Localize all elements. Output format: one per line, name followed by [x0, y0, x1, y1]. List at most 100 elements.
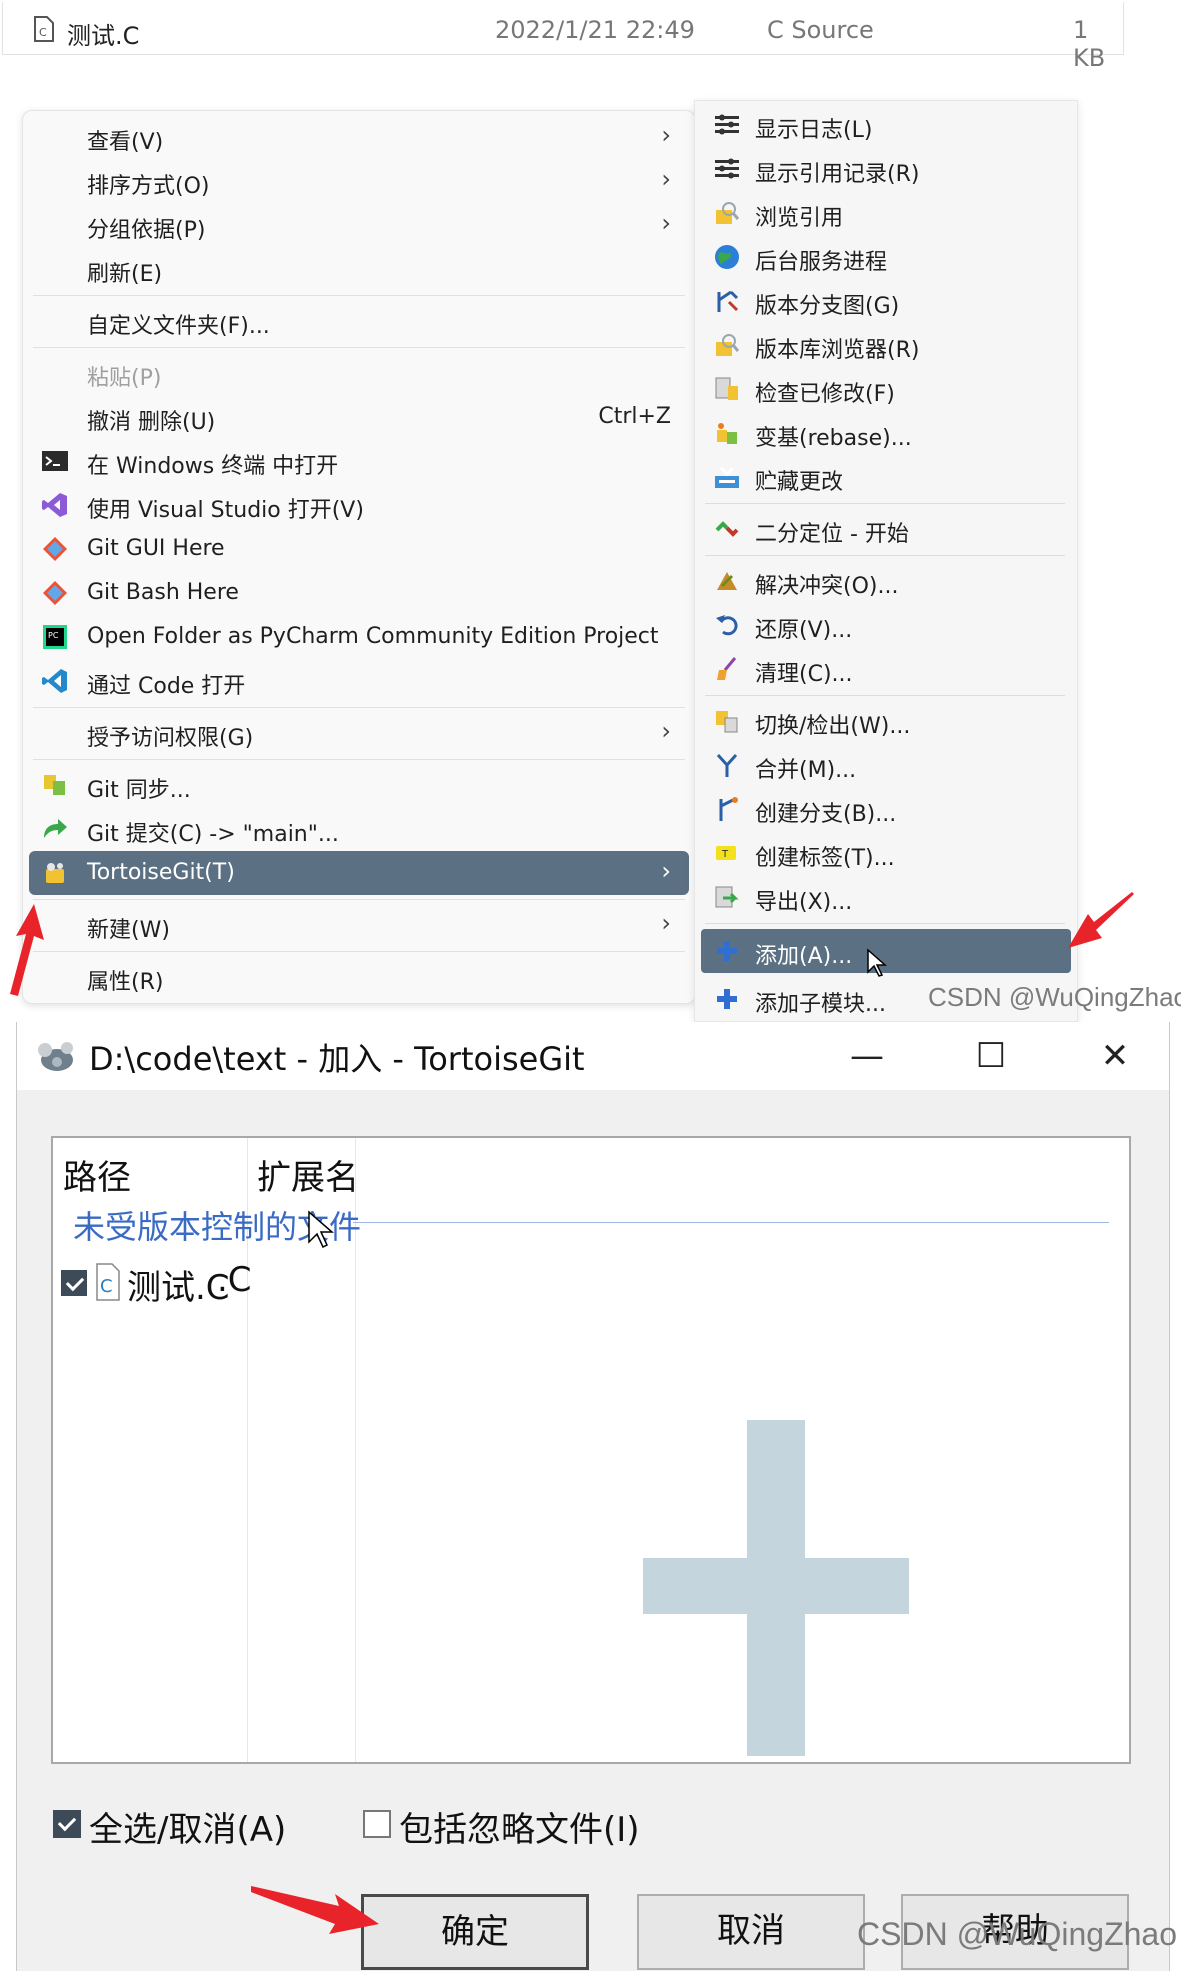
chevron-right-icon: › [661, 909, 671, 937]
shortcut-label: Ctrl+Z [598, 404, 671, 429]
menu-separator [33, 899, 685, 900]
branch-icon [719, 797, 738, 821]
c-file-icon: C [96, 1263, 120, 1301]
globe-icon [715, 245, 739, 269]
file-list[interactable]: 路径 扩展名 未受版本控制的文件 C 测试.C .C [51, 1136, 1131, 1764]
tortoisegit-submenu: 显示日志(L) 显示引用记录(R) 浏览引用 后台服务进程 版本分支图(G) 版… [694, 100, 1078, 1022]
file-type: C Source [767, 16, 874, 44]
chevron-right-icon: › [661, 165, 671, 193]
submenu-item-browse-refs[interactable]: 浏览引用 [701, 191, 1071, 235]
menu-item-view[interactable]: 查看(V) › [29, 115, 689, 159]
watermark-bottom: CSDN @WuQingZhao [857, 1916, 1177, 1952]
stash-icon [715, 466, 739, 488]
submenu-separator [705, 503, 1065, 504]
select-all-checkbox[interactable] [53, 1810, 81, 1838]
menu-item-open-terminal[interactable]: 在 Windows 终端 中打开 [29, 439, 689, 483]
submenu-item-daemon[interactable]: 后台服务进程 [701, 235, 1071, 279]
repo-browser-icon [716, 334, 740, 356]
dialog-titlebar[interactable]: D:\code\text - 加入 - TortoiseGit — ☐ ✕ [17, 1022, 1169, 1090]
red-arrow-icon [10, 904, 44, 996]
submenu-item-merge[interactable]: 合并(M)... [701, 743, 1071, 787]
svg-text:C: C [39, 26, 47, 39]
chevron-right-icon: › [661, 121, 671, 149]
submenu-item-create-tag[interactable]: T 创建标签(T)... [701, 831, 1071, 875]
submenu-item-resolve[interactable]: 解决冲突(O)... [701, 559, 1071, 603]
menu-item-customize[interactable]: 自定义文件夹(F)... [29, 299, 689, 343]
chevron-right-icon: › [661, 209, 671, 237]
bisect-icon [715, 521, 739, 537]
minimize-button[interactable]: — [827, 1032, 907, 1080]
menu-item-open-pycharm[interactable]: PC Open Folder as PyCharm Community Edit… [29, 615, 689, 659]
menu-item-tortoisegit[interactable]: TortoiseGit(T) › [29, 851, 689, 895]
submenu-item-export[interactable]: 导出(X)... [701, 875, 1071, 919]
svg-text:PC: PC [48, 631, 59, 640]
cancel-button[interactable]: 取消 [637, 1894, 865, 1970]
mouse-cursor-icon [867, 948, 887, 977]
git-commit-icon [44, 819, 67, 838]
check-modifications-icon [715, 377, 738, 400]
submenu-item-bisect[interactable]: 二分定位 - 开始 [701, 507, 1071, 551]
git-sync-icon [44, 775, 65, 795]
column-header-extension[interactable]: 扩展名 [257, 1150, 359, 1199]
menu-separator [33, 295, 685, 296]
submenu-item-create-branch[interactable]: 创建分支(B)... [701, 787, 1071, 831]
close-button[interactable]: ✕ [1075, 1032, 1155, 1080]
chevron-right-icon: › [661, 857, 671, 885]
submenu-item-switch-checkout[interactable]: 切换/检出(W)... [701, 699, 1071, 743]
column-header-path[interactable]: 路径 [63, 1150, 131, 1199]
file-name: 测试.C [67, 22, 140, 50]
menu-item-group[interactable]: 分组依据(P) › [29, 203, 689, 247]
include-ignored-checkbox[interactable] [363, 1810, 391, 1838]
dialog-title: D:\code\text - 加入 - TortoiseGit [89, 1040, 585, 1078]
revert-icon [716, 615, 738, 636]
menu-item-properties[interactable]: 属性(R) [29, 955, 689, 999]
menu-item-git-commit[interactable]: Git 提交(C) -> "main"... [29, 807, 689, 851]
menu-separator [33, 759, 685, 760]
include-ignored-label[interactable]: 包括忽略文件(I) [399, 1802, 640, 1851]
menu-item-new[interactable]: 新建(W) › [29, 903, 689, 947]
menu-item-git-sync[interactable]: Git 同步... [29, 763, 689, 807]
chevron-right-icon: › [661, 717, 671, 745]
maximize-button[interactable]: ☐ [951, 1032, 1031, 1080]
submenu-separator [705, 695, 1065, 696]
file-row-name: 测试.C [127, 1268, 230, 1308]
vscode-icon [42, 669, 67, 693]
export-icon [715, 886, 739, 908]
select-all-label[interactable]: 全选/取消(A) [89, 1802, 286, 1851]
menu-item-sort[interactable]: 排序方式(O) › [29, 159, 689, 203]
red-arrow-icon [1068, 892, 1134, 948]
file-date: 2022/1/21 22:49 [495, 16, 695, 44]
submenu-item-show-log[interactable]: 显示日志(L) [701, 103, 1071, 147]
submenu-item-revert[interactable]: 还原(V)... [701, 603, 1071, 647]
ok-button[interactable]: 确定 [361, 1894, 589, 1970]
submenu-item-cleanup[interactable]: 清理(C)... [701, 647, 1071, 691]
menu-item-undo-delete[interactable]: 撤消 删除(U) Ctrl+Z [29, 395, 689, 439]
menu-item-open-visual-studio[interactable]: 使用 Visual Studio 打开(V) [29, 483, 689, 527]
submenu-item-rebase[interactable]: 变基(rebase)... [701, 411, 1071, 455]
submenu-item-check-modifications[interactable]: 检查已修改(F) [701, 367, 1071, 411]
menu-item-git-bash[interactable]: Git Bash Here [29, 571, 689, 615]
file-row-extension: .C [217, 1260, 252, 1300]
pycharm-icon: PC [43, 625, 67, 649]
terminal-icon [42, 451, 68, 471]
menu-item-grant-access[interactable]: 授予访问权限(G) › [29, 711, 689, 755]
menu-item-paste[interactable]: 粘贴(P) [29, 351, 689, 395]
browse-refs-icon [716, 202, 740, 224]
tag-icon: T [716, 846, 736, 860]
submenu-item-revision-graph[interactable]: 版本分支图(G) [701, 279, 1071, 323]
submenu-item-show-reflog[interactable]: 显示引用记录(R) [701, 147, 1071, 191]
submenu-item-stash[interactable]: 贮藏更改 [701, 455, 1071, 499]
submenu-item-repo-browser[interactable]: 版本库浏览器(R) [701, 323, 1071, 367]
resolve-conflict-icon [717, 572, 737, 590]
plus-icon [717, 989, 737, 1009]
menu-item-refresh[interactable]: 刷新(E) [29, 247, 689, 291]
merge-icon [716, 753, 738, 777]
context-menu: 查看(V) › 排序方式(O) › 分组依据(P) › 刷新(E) 自定义文件夹(F)… [22, 110, 696, 1004]
file-size: 1 KB [1073, 16, 1106, 72]
menu-item-git-gui[interactable]: Git GUI Here [29, 527, 689, 571]
file-checkbox[interactable] [61, 1270, 87, 1296]
file-list-row[interactable]: C 测试.C 2022/1/21 22:49 C Source 1 KB [2, 2, 1124, 72]
menu-separator [33, 707, 685, 708]
mouse-cursor-icon [308, 1210, 335, 1249]
menu-item-open-vscode[interactable]: 通过 Code 打开 [29, 659, 689, 703]
